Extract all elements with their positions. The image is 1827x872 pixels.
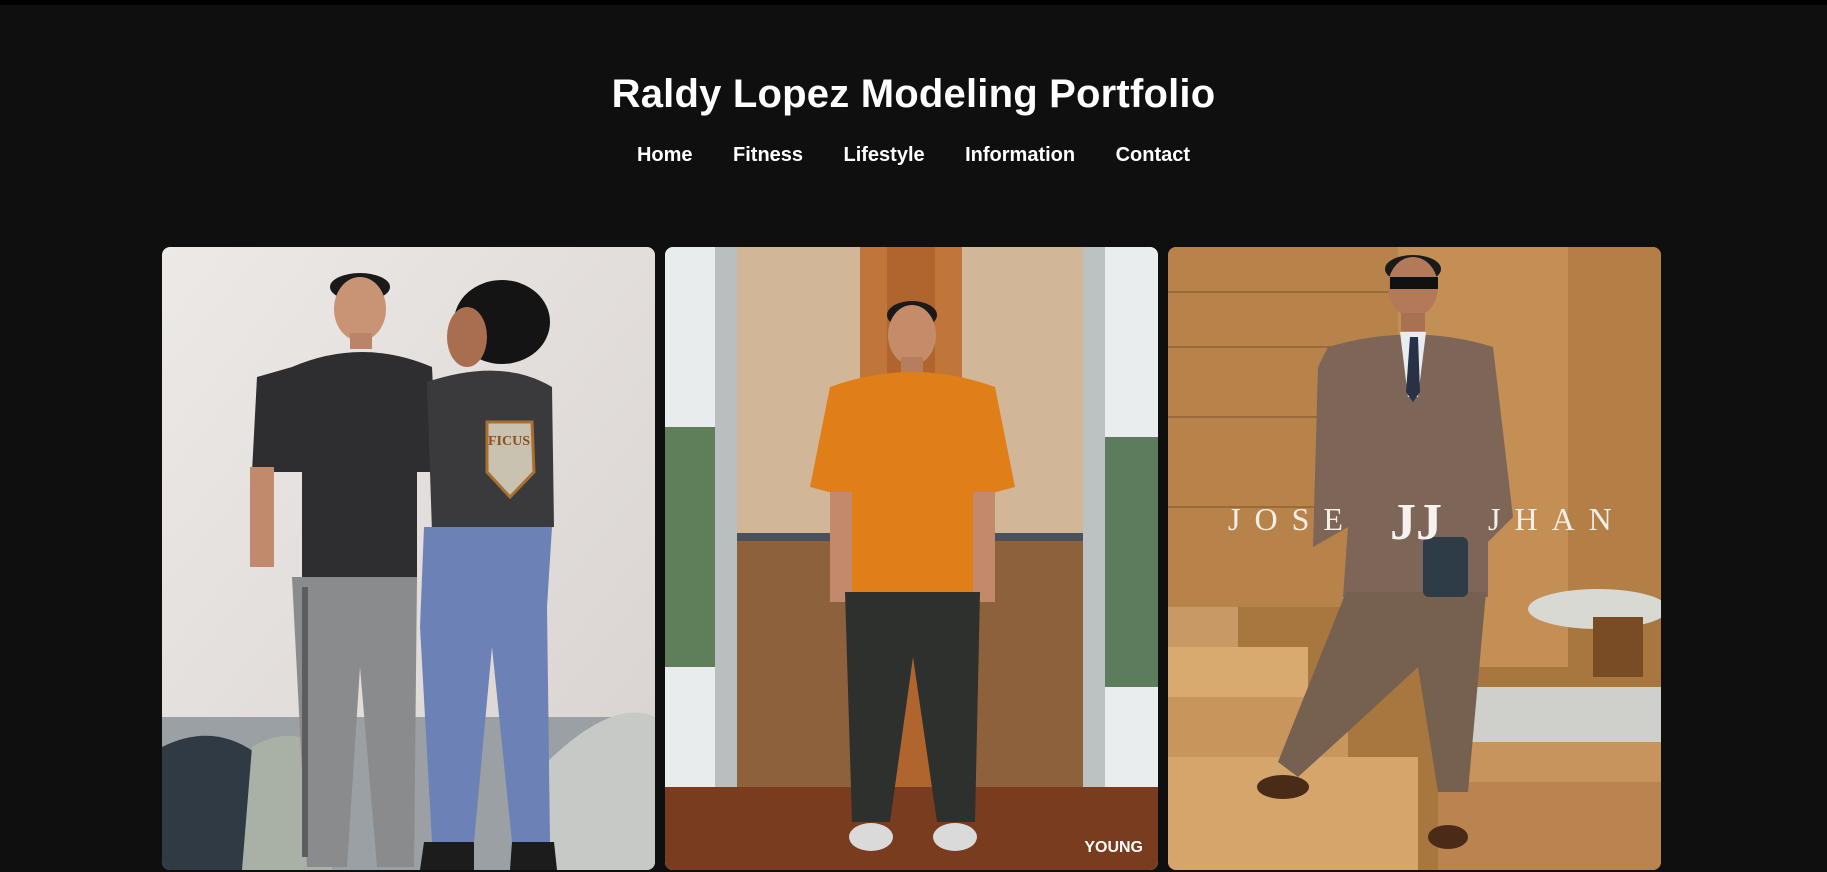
nav-item-fitness[interactable]: Fitness (733, 140, 803, 170)
ficus-print: FICUS (488, 434, 530, 449)
main-nav: Home Fitness Lifestyle Information Conta… (0, 140, 1827, 170)
overlay-text-left: JOSE (1228, 501, 1357, 537)
nav-item-home[interactable]: Home (637, 140, 693, 170)
orange-tee-photo-image: YOUNG (665, 247, 1158, 870)
couple-photo-image: FICUS (162, 247, 655, 870)
gallery-photo-couple[interactable]: FICUS (162, 247, 655, 870)
nav-item-lifestyle[interactable]: Lifestyle (844, 140, 925, 170)
photo-gallery: FICUS YOUNG JOSE JJ JHAN (162, 247, 1662, 872)
gallery-photo-orange-tee[interactable]: YOUNG (665, 247, 1158, 870)
nav-item-information[interactable]: Information (965, 140, 1075, 170)
nav-item-contact[interactable]: Contact (1116, 140, 1190, 170)
page-title: Raldy Lopez Modeling Portfolio (611, 72, 1216, 116)
overlay-text-right: JHAN (1488, 501, 1626, 537)
brown-suit-photo-image: JOSE JJ JHAN (1168, 247, 1661, 870)
top-strip (0, 0, 1827, 5)
gallery-photo-brown-suit[interactable]: JOSE JJ JHAN (1168, 247, 1661, 870)
young-watermark: YOUNG (1084, 839, 1143, 856)
overlay-monogram: JJ (1390, 494, 1442, 551)
